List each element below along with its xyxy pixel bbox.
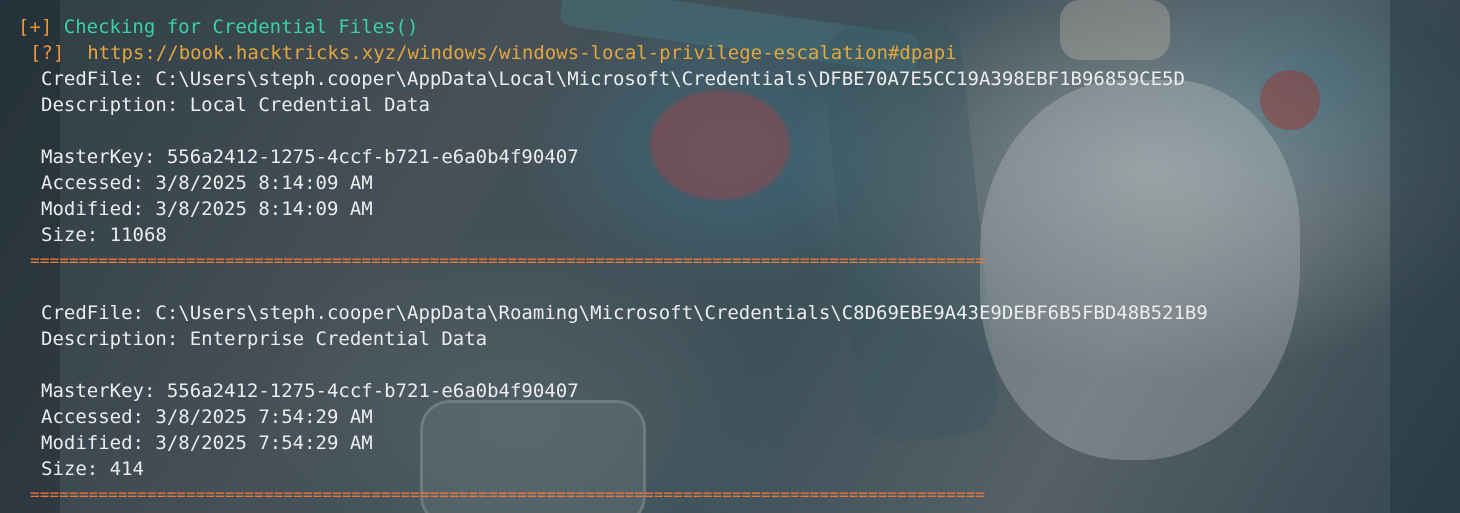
description-line-2: Description: Enterprise Credential Data xyxy=(41,328,488,350)
check-header-line: [+] Checking for Credential Files() xyxy=(18,14,418,40)
modified-line-1: Modified: 3/8/2025 8:14:09 AM xyxy=(41,198,373,220)
check-title: Checking for Credential Files() xyxy=(63,16,419,38)
plus-marker: [+] xyxy=(18,16,53,38)
info-marker: [?] xyxy=(30,42,65,64)
info-line: [?] https://book.hacktricks.xyz/windows/… xyxy=(30,40,957,66)
separator-line-2: ========================================… xyxy=(30,485,986,504)
credfile-line-2: CredFile: C:\Users\steph.cooper\AppData\… xyxy=(41,302,1208,324)
separator-line-1: ========================================… xyxy=(30,251,986,270)
info-link[interactable]: https://book.hacktricks.xyz/windows/wind… xyxy=(87,42,956,64)
accessed-line-1: Accessed: 3/8/2025 8:14:09 AM xyxy=(41,172,373,194)
modified-line-2: Modified: 3/8/2025 7:54:29 AM xyxy=(41,432,373,454)
credfile-line-1: CredFile: C:\Users\steph.cooper\AppData\… xyxy=(41,68,1185,90)
masterkey-line-1: MasterKey: 556a2412-1275-4ccf-b721-e6a0b… xyxy=(41,146,579,168)
size-line-2: Size: 414 xyxy=(41,458,144,480)
size-line-1: Size: 11068 xyxy=(41,224,167,246)
terminal-output: [+] Checking for Credential Files() [?] … xyxy=(0,0,1460,513)
description-line-1: Description: Local Credential Data xyxy=(41,94,430,116)
masterkey-line-2: MasterKey: 556a2412-1275-4ccf-b721-e6a0b… xyxy=(41,380,579,402)
accessed-line-2: Accessed: 3/8/2025 7:54:29 AM xyxy=(41,406,373,428)
